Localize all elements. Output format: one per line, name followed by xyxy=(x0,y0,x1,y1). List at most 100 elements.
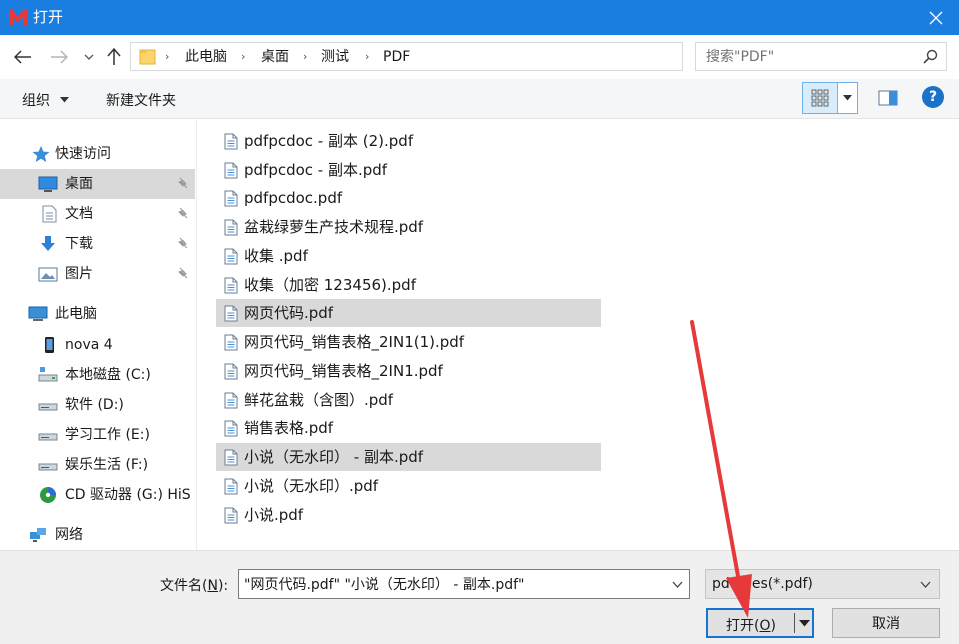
file-type-filter-select[interactable]: pdf files(*.pdf) xyxy=(705,569,940,599)
file-item[interactable]: 盆栽绿萝生产技术规程.pdf xyxy=(216,213,601,241)
open-button[interactable]: 打开(O) xyxy=(706,608,814,638)
view-options-dropdown[interactable] xyxy=(838,82,858,114)
open-file-dialog: 打开 › 此电脑 › 桌面 › 测试 › PDF 搜索"PDF" 组织 新建文件… xyxy=(0,0,959,644)
pdf-file-icon xyxy=(224,162,238,179)
file-name: 收集（加密 123456).pdf xyxy=(244,276,416,294)
file-name: 网页代码_销售表格_2IN1.pdf xyxy=(244,362,443,380)
nav-item-desktop[interactable]: 桌面 xyxy=(0,169,195,199)
file-item[interactable]: 销售表格.pdf xyxy=(216,414,601,442)
document-icon xyxy=(42,205,57,223)
nav-item-downloads[interactable]: 下载 xyxy=(0,229,195,259)
nav-item-this-pc[interactable]: 此电脑 xyxy=(0,299,195,329)
filename-combobox[interactable] xyxy=(238,569,690,599)
file-item[interactable]: 小说（无水印）.pdf xyxy=(216,472,601,500)
nav-item-network[interactable]: 网络 xyxy=(0,520,195,550)
file-item[interactable]: 收集（加密 123456).pdf xyxy=(216,271,601,299)
cancel-button[interactable]: 取消 xyxy=(832,608,940,638)
open-button-divider xyxy=(794,613,795,633)
file-item[interactable]: 网页代码_销售表格_2IN1.pdf xyxy=(216,357,601,385)
open-options-dropdown[interactable] xyxy=(796,612,812,634)
filename-history-dropdown[interactable] xyxy=(665,570,689,598)
breadcrumb-item[interactable]: 桌面 xyxy=(261,49,289,65)
filename-label-accesskey: N xyxy=(207,578,218,594)
desktop-icon xyxy=(38,176,58,192)
close-icon xyxy=(929,11,943,24)
pdf-file-icon xyxy=(224,219,238,236)
pdf-file-icon xyxy=(224,305,238,322)
nav-item-label: CD 驱动器 (G:) HiS xyxy=(65,487,191,503)
file-item-selected[interactable]: 小说（无水印） - 副本.pdf xyxy=(216,443,601,471)
file-item[interactable]: 小说.pdf xyxy=(216,501,601,529)
file-item[interactable]: 收集 .pdf xyxy=(216,242,601,270)
file-name: 网页代码.pdf xyxy=(244,304,334,322)
nav-item-quick-access[interactable]: 快速访问 xyxy=(0,139,195,169)
nav-item-drive-d[interactable]: 软件 (D:) xyxy=(0,390,195,420)
filename-label-prefix: 文件名( xyxy=(160,578,208,594)
search-icon xyxy=(923,49,938,64)
nav-item-pictures[interactable]: 图片 xyxy=(0,259,195,289)
nav-item-label: 下载 xyxy=(65,236,93,252)
file-item[interactable]: 鲜花盆栽（含图）.pdf xyxy=(216,386,601,414)
file-name: 销售表格.pdf xyxy=(244,419,334,437)
file-name: pdfpcdoc.pdf xyxy=(244,189,343,207)
picture-icon xyxy=(38,267,58,282)
file-item[interactable]: pdfpcdoc - 副本 (2).pdf xyxy=(216,127,601,155)
back-button[interactable] xyxy=(10,43,36,71)
grid-view-icon xyxy=(811,89,829,107)
breadcrumb-item[interactable]: PDF xyxy=(383,49,410,65)
arrow-left-icon xyxy=(14,50,31,64)
file-item-selected[interactable]: 网页代码.pdf xyxy=(216,299,601,327)
pdf-file-icon xyxy=(224,478,238,495)
search-input[interactable] xyxy=(696,43,916,70)
nav-item-drive-e[interactable]: 学习工作 (E:) xyxy=(0,420,195,450)
drive-icon xyxy=(38,403,58,411)
file-item[interactable]: 网页代码_销售表格_2IN1(1).pdf xyxy=(216,328,601,356)
cd-drive-icon xyxy=(40,487,56,503)
breadcrumb-item[interactable]: 此电脑 xyxy=(185,49,227,65)
network-icon xyxy=(30,528,46,542)
breadcrumb-separator: › xyxy=(365,50,370,63)
pdf-file-icon xyxy=(224,507,238,524)
nav-item-label: 学习工作 (E:) xyxy=(65,427,150,443)
bottom-panel: 文件名(N): pdf files(*.pdf) 打开(O) 取消 xyxy=(0,550,959,644)
nav-item-documents[interactable]: 文档 xyxy=(0,199,195,229)
window-title: 打开 xyxy=(33,8,64,26)
pdf-file-icon xyxy=(224,277,238,294)
up-button[interactable] xyxy=(102,43,126,71)
file-name: 鲜花盆栽（含图）.pdf xyxy=(244,391,394,409)
search-box[interactable] xyxy=(695,42,947,71)
forward-button[interactable] xyxy=(46,43,72,71)
nav-item-drive-f[interactable]: 娱乐生活 (F:) xyxy=(0,450,195,480)
nav-item-label: nova 4 xyxy=(65,337,113,353)
preview-pane-button[interactable] xyxy=(876,87,900,109)
file-item[interactable]: pdfpcdoc - 副本.pdf xyxy=(216,156,601,184)
chevron-down-icon xyxy=(672,581,682,588)
recent-locations-button[interactable] xyxy=(80,43,98,71)
nav-item-cd-drive-g[interactable]: CD 驱动器 (G:) HiS xyxy=(0,480,195,510)
nav-item-drive-c[interactable]: 本地磁盘 (C:) xyxy=(0,360,195,390)
caret-down-icon xyxy=(60,97,70,103)
drive-icon xyxy=(38,433,58,441)
cancel-button-label: 取消 xyxy=(872,616,900,632)
help-button[interactable]: ? xyxy=(922,86,944,108)
open-label-prefix: 打开( xyxy=(726,618,760,634)
arrow-up-icon xyxy=(107,48,121,65)
pdf-file-icon xyxy=(224,334,238,351)
nav-item-label: 图片 xyxy=(65,266,93,282)
organize-button[interactable]: 组织 xyxy=(22,90,70,110)
open-button-label: 打开(O) xyxy=(708,615,794,635)
filename-input[interactable] xyxy=(239,570,663,598)
file-item[interactable]: pdfpcdoc.pdf xyxy=(216,184,601,212)
new-folder-button[interactable]: 新建文件夹 xyxy=(106,90,176,110)
file-list: pdfpcdoc - 副本 (2).pdf pdfpcdoc - 副本.pdf … xyxy=(198,120,959,550)
nav-item-phone[interactable]: nova 4 xyxy=(0,330,195,360)
change-view-button[interactable] xyxy=(802,82,838,114)
nav-item-label: 娱乐生活 (F:) xyxy=(65,457,149,473)
breadcrumb-item[interactable]: 测试 xyxy=(321,49,349,65)
file-type-filter-dropdown[interactable] xyxy=(915,572,935,596)
address-bar[interactable]: › 此电脑 › 桌面 › 测试 › PDF xyxy=(130,42,806,71)
close-button[interactable] xyxy=(913,0,959,35)
arrow-right-icon xyxy=(51,50,68,64)
download-icon xyxy=(41,236,55,251)
file-name: 小说（无水印）.pdf xyxy=(244,477,379,495)
